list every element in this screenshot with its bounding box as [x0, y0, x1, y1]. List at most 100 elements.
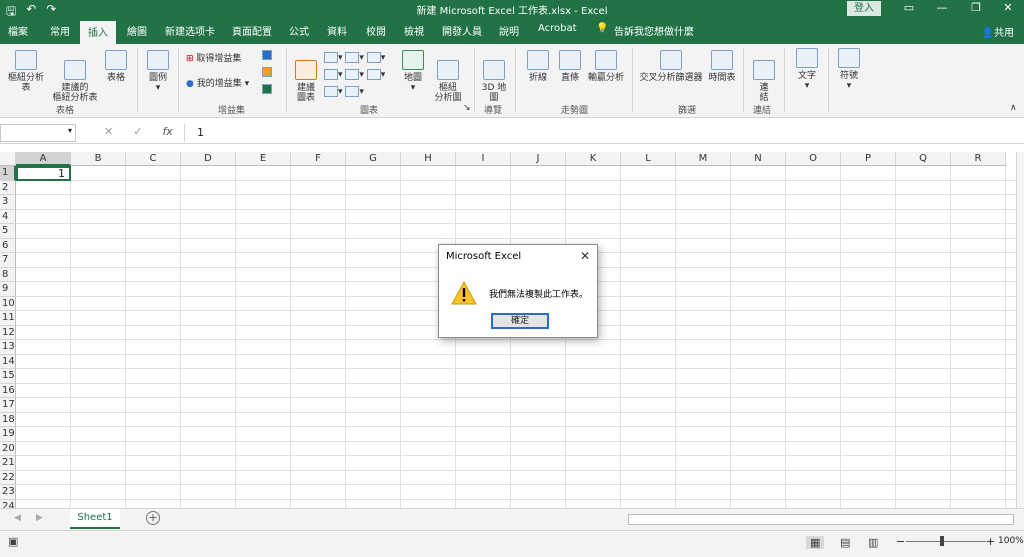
column-header[interactable]: O	[786, 152, 841, 166]
line-chart-icon[interactable]	[324, 69, 338, 80]
zoom-level[interactable]: 100%	[998, 536, 1024, 546]
tell-me-search[interactable]: 告訴我您想做什麼	[614, 23, 694, 38]
row-header[interactable]: 17	[0, 398, 16, 413]
column-header[interactable]: R	[951, 152, 1006, 166]
tab-acrobat[interactable]: Acrobat	[538, 23, 577, 34]
cancel-formula-icon[interactable]: ✕	[104, 125, 113, 138]
column-header[interactable]: Q	[896, 152, 951, 166]
combo-chart-icon[interactable]	[366, 69, 381, 80]
column-header[interactable]: C	[126, 152, 181, 166]
row-header[interactable]: 24	[0, 499, 16, 508]
row-header[interactable]: 15	[0, 369, 16, 384]
row-header[interactable]: 5	[0, 224, 16, 239]
scroll-left-icon[interactable]: ◀	[14, 513, 21, 523]
minimize-icon[interactable]: —	[932, 1, 952, 14]
collapse-ribbon-icon[interactable]: ∧	[1010, 103, 1017, 113]
sheet-tab[interactable]: Sheet1	[70, 509, 120, 529]
tab-insert[interactable]: 插入	[80, 21, 116, 44]
zoom-in-icon[interactable]: +	[986, 535, 995, 548]
hierarchy-chart-icon[interactable]	[345, 52, 360, 63]
row-header[interactable]: 13	[0, 340, 16, 355]
row-header[interactable]: 22	[0, 470, 16, 485]
page-break-icon[interactable]: ▥	[868, 536, 878, 549]
tab-formulas[interactable]: 公式	[289, 23, 309, 38]
ok-button[interactable]: 確定	[491, 313, 549, 329]
signin-button[interactable]: 登入	[847, 1, 881, 16]
pie-chart-icon[interactable]	[324, 86, 338, 97]
column-header[interactable]: G	[346, 152, 401, 166]
row-header[interactable]: 12	[0, 325, 16, 340]
row-header[interactable]: 2	[0, 180, 16, 195]
column-header[interactable]: M	[676, 152, 731, 166]
row-header[interactable]: 10	[0, 296, 16, 311]
row-header[interactable]: 9	[0, 282, 16, 297]
sparkline-winloss-button[interactable]: 輸贏分析	[586, 50, 626, 83]
column-header[interactable]: J	[511, 152, 566, 166]
recommended-charts-button[interactable]: 建議 圖表	[293, 50, 319, 103]
normal-view-icon[interactable]: ▦	[806, 536, 825, 549]
pivot-table-button[interactable]: 樞紐分析表	[4, 50, 48, 93]
tab-review[interactable]: 校閱	[366, 23, 386, 38]
share-button[interactable]: 👤共用	[982, 24, 1014, 39]
row-header[interactable]: 3	[0, 195, 16, 210]
link-button[interactable]: 連 結	[751, 50, 777, 103]
my-addins-button[interactable]: ● 我的增益集 ▾	[186, 79, 249, 89]
zoom-out-icon[interactable]: −	[896, 535, 905, 548]
get-addins-button[interactable]: ⊞ 取得增益集	[186, 54, 241, 64]
column-header[interactable]: F	[291, 152, 346, 166]
tab-home[interactable]: 常用	[50, 23, 70, 38]
close-icon[interactable]: ✕	[580, 249, 590, 263]
tab-file[interactable]: 檔案	[8, 23, 28, 38]
restore-icon[interactable]: ❐	[966, 1, 986, 14]
ribbon-display-icon[interactable]: ▭	[899, 1, 919, 14]
pivot-chart-button[interactable]: 樞紐 分析圖	[430, 50, 466, 103]
tab-view[interactable]: 檢視	[404, 23, 424, 38]
vertical-scrollbar[interactable]	[1016, 152, 1024, 508]
row-header[interactable]: 21	[0, 456, 16, 471]
row-header[interactable]: 16	[0, 383, 16, 398]
add-sheet-icon[interactable]: +	[146, 511, 160, 525]
text-button[interactable]: 文字 ▾	[792, 48, 822, 91]
bing-maps-icon[interactable]	[262, 67, 272, 78]
bing-icon[interactable]	[262, 50, 272, 61]
tab-new[interactable]: 新建选项卡	[165, 23, 215, 38]
column-header[interactable]: P	[841, 152, 896, 166]
row-header[interactable]: 18	[0, 412, 16, 427]
column-header[interactable]: E	[236, 152, 291, 166]
recommended-pivot-button[interactable]: 建議的 樞紐分析表	[50, 50, 100, 103]
page-layout-icon[interactable]: ▤	[840, 536, 850, 549]
select-all-corner[interactable]	[0, 152, 16, 166]
zoom-slider-thumb[interactable]	[940, 536, 944, 546]
statistic-chart-icon[interactable]	[345, 69, 360, 80]
symbols-button[interactable]: 符號 ▾	[834, 48, 864, 91]
horizontal-scrollbar[interactable]	[628, 514, 1014, 525]
row-header[interactable]: 6	[0, 238, 16, 253]
chevron-down-icon[interactable]: ▾	[68, 126, 72, 135]
row-header[interactable]: 23	[0, 485, 16, 500]
column-header[interactable]: K	[566, 152, 621, 166]
row-header[interactable]: 8	[0, 267, 16, 282]
3d-map-button[interactable]: 3D 地 圖	[480, 50, 508, 103]
close-icon[interactable]: ✕	[998, 1, 1018, 14]
tab-help[interactable]: 說明	[499, 23, 519, 38]
timeline-button[interactable]: 時間表	[706, 50, 738, 83]
enter-formula-icon[interactable]: ✓	[133, 125, 142, 138]
formula-input[interactable]: 1	[184, 124, 1024, 142]
column-header[interactable]: A	[16, 152, 71, 166]
zoom-slider[interactable]	[906, 541, 986, 542]
tab-data[interactable]: 資料	[327, 23, 347, 38]
maps-button[interactable]: 地圖 ▾	[402, 50, 424, 93]
row-header[interactable]: 4	[0, 209, 16, 224]
charts-launcher-icon[interactable]: ↘	[463, 103, 471, 113]
column-header[interactable]: L	[621, 152, 676, 166]
macro-record-icon[interactable]: ▣	[8, 535, 18, 548]
active-cell-a1[interactable]: 1	[16, 166, 71, 181]
column-header[interactable]: H	[401, 152, 456, 166]
tab-developer[interactable]: 開發人員	[442, 23, 482, 38]
insert-function-icon[interactable]: fx	[162, 125, 172, 138]
column-header[interactable]: N	[731, 152, 786, 166]
scatter-chart-icon[interactable]	[345, 86, 360, 97]
row-header[interactable]: 14	[0, 354, 16, 369]
column-header[interactable]: I	[456, 152, 511, 166]
tab-page-layout[interactable]: 頁面配置	[232, 23, 272, 38]
